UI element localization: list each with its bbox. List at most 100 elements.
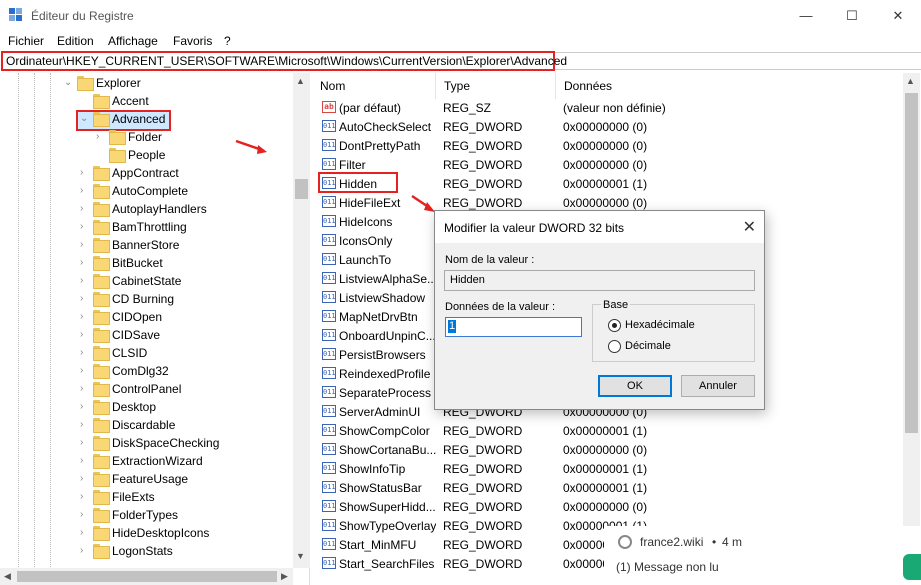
tree-item[interactable]: › HideDesktopIcons: [0, 524, 293, 542]
chevron-right-icon[interactable]: ›: [80, 308, 90, 326]
tree-item[interactable]: › BitBucket: [0, 254, 293, 272]
value-row[interactable]: 011 ShowSuperHidd... REG_DWORD 0x00000000 (…: [312, 497, 903, 516]
value-name: DontPrettyPath: [339, 139, 421, 153]
tree-item[interactable]: › CD Burning: [0, 290, 293, 308]
tree-item[interactable]: › BamThrottling: [0, 218, 293, 236]
chevron-right-icon[interactable]: ›: [80, 254, 90, 272]
address-bar-extension[interactable]: [555, 52, 921, 70]
chevron-right-icon[interactable]: ›: [80, 164, 90, 182]
tree-item[interactable]: › CIDSave: [0, 326, 293, 344]
minimize-button[interactable]: —: [783, 0, 829, 31]
scroll-right-icon[interactable]: ▶: [281, 571, 288, 582]
menu-favoris[interactable]: Favoris: [173, 34, 212, 48]
tree-item-accent[interactable]: Accent: [0, 92, 293, 110]
scrollbar-thumb[interactable]: [905, 93, 918, 433]
menu-affichage[interactable]: Affichage: [108, 34, 158, 48]
tree-item[interactable]: › AutoplayHandlers: [0, 200, 293, 218]
chevron-right-icon[interactable]: ›: [80, 290, 90, 308]
menu-fichier[interactable]: Fichier: [8, 34, 44, 48]
tree-label: AppContract: [112, 166, 179, 180]
value-row[interactable]: ab (par défaut) REG_SZ (valeur non définie): [312, 98, 903, 117]
ok-button[interactable]: OK: [598, 375, 672, 397]
chevron-right-icon[interactable]: ›: [80, 542, 90, 560]
column-header-type[interactable]: Type: [436, 73, 556, 99]
tree-vertical-scrollbar[interactable]: ▲ ▼: [293, 73, 310, 568]
tree-item[interactable]: › CabinetState: [0, 272, 293, 290]
tree-item[interactable]: › FeatureUsage: [0, 470, 293, 488]
chevron-right-icon[interactable]: ›: [80, 236, 90, 254]
tree-item-explorer[interactable]: ⌄ Explorer: [0, 74, 293, 92]
close-icon[interactable]: ✕: [743, 217, 756, 237]
scrollbar-thumb[interactable]: [295, 179, 308, 199]
chevron-right-icon[interactable]: ›: [80, 524, 90, 542]
value-row[interactable]: 011 ShowCompColor REG_DWORD 0x00000001 (1): [312, 421, 903, 440]
close-button[interactable]: ✕: [875, 0, 921, 31]
chevron-right-icon[interactable]: ›: [80, 362, 90, 380]
chevron-right-icon[interactable]: ›: [80, 434, 90, 452]
scroll-down-icon[interactable]: ▼: [296, 551, 305, 561]
hex-radio-label[interactable]: Hexadécimale: [625, 319, 695, 331]
chevron-right-icon[interactable]: ›: [80, 452, 90, 470]
menu-edition[interactable]: Edition: [57, 34, 94, 48]
scrollbar-thumb[interactable]: [17, 571, 277, 582]
tree-item[interactable]: › AutoComplete: [0, 182, 293, 200]
chevron-right-icon[interactable]: ›: [80, 272, 90, 290]
tree-item[interactable]: › ComDlg32: [0, 362, 293, 380]
hex-radio[interactable]: [608, 319, 621, 332]
app-badge-icon[interactable]: [903, 554, 921, 580]
tree-item[interactable]: › BannerStore: [0, 236, 293, 254]
column-header-name[interactable]: Nom: [312, 73, 436, 99]
chevron-right-icon[interactable]: ›: [80, 398, 90, 416]
chevron-right-icon[interactable]: ›: [80, 218, 90, 236]
tree-item[interactable]: › ExtractionWizard: [0, 452, 293, 470]
scroll-up-icon[interactable]: ▲: [296, 76, 305, 86]
tree-item[interactable]: › LogonStats: [0, 542, 293, 560]
chevron-down-icon[interactable]: ⌄: [64, 74, 74, 92]
tree-item-advanced[interactable]: ⌄ Advanced: [0, 110, 293, 128]
chevron-right-icon[interactable]: ›: [80, 416, 90, 434]
chevron-right-icon[interactable]: ›: [80, 326, 90, 344]
chevron-right-icon[interactable]: ›: [80, 200, 90, 218]
tree-horizontal-scrollbar[interactable]: ◀ ▶: [0, 568, 293, 585]
value-row[interactable]: 011 AutoCheckSelect REG_DWORD 0x00000000 (0…: [312, 117, 903, 136]
tree-item[interactable]: › AppContract: [0, 164, 293, 182]
value-row[interactable]: 011 ShowCortanaBu... REG_DWORD 0x00000000 (…: [312, 440, 903, 459]
tree-item[interactable]: › CLSID: [0, 344, 293, 362]
value-row[interactable]: 011 ShowInfoTip REG_DWORD 0x00000001 (1): [312, 459, 903, 478]
chevron-right-icon[interactable]: ›: [80, 470, 90, 488]
value-row[interactable]: 011 Hidden REG_DWORD 0x00000001 (1): [312, 174, 903, 193]
maximize-button[interactable]: ☐: [829, 0, 875, 31]
chevron-down-icon[interactable]: ⌄: [80, 110, 90, 128]
value-row[interactable]: 011 ShowStatusBar REG_DWORD 0x00000001 (1): [312, 478, 903, 497]
notification-toast[interactable]: france2.wiki • 4 m (1) Message non lu: [604, 526, 921, 585]
decimal-radio-label[interactable]: Décimale: [625, 340, 671, 352]
list-vertical-scrollbar[interactable]: ▲: [903, 73, 920, 585]
scroll-left-icon[interactable]: ◀: [4, 571, 11, 582]
value-row[interactable]: 011 DontPrettyPath REG_DWORD 0x00000000 (0): [312, 136, 903, 155]
menu-help[interactable]: ?: [224, 34, 231, 48]
address-bar[interactable]: Ordinateur\HKEY_CURRENT_USER\SOFTWARE\Mi…: [1, 51, 567, 71]
chevron-right-icon[interactable]: ›: [80, 182, 90, 200]
folder-icon: [93, 310, 110, 325]
scroll-up-icon[interactable]: ▲: [906, 76, 915, 86]
value-data-input[interactable]: 1: [445, 317, 582, 337]
tree-item[interactable]: › DiskSpaceChecking: [0, 434, 293, 452]
edit-dword-dialog[interactable]: Modifier la valeur DWORD 32 bits ✕ Nom d…: [434, 210, 765, 410]
value-name: LaunchTo: [339, 253, 392, 267]
folder-icon: [93, 256, 110, 271]
value-row[interactable]: 011 Filter REG_DWORD 0x00000000 (0): [312, 155, 903, 174]
tree-item[interactable]: › Discardable: [0, 416, 293, 434]
tree-item[interactable]: › CIDOpen: [0, 308, 293, 326]
tree-item[interactable]: › FolderTypes: [0, 506, 293, 524]
chevron-right-icon[interactable]: ›: [80, 488, 90, 506]
column-header-data[interactable]: Données: [556, 73, 903, 99]
tree-item[interactable]: › Desktop: [0, 398, 293, 416]
tree-item[interactable]: › ControlPanel: [0, 380, 293, 398]
tree-item[interactable]: › FileExts: [0, 488, 293, 506]
cancel-button[interactable]: Annuler: [681, 375, 755, 397]
chevron-right-icon[interactable]: ›: [80, 506, 90, 524]
chevron-right-icon[interactable]: ›: [80, 344, 90, 362]
chevron-right-icon[interactable]: ›: [80, 380, 90, 398]
decimal-radio[interactable]: [608, 340, 621, 353]
chevron-right-icon[interactable]: ›: [96, 128, 106, 146]
